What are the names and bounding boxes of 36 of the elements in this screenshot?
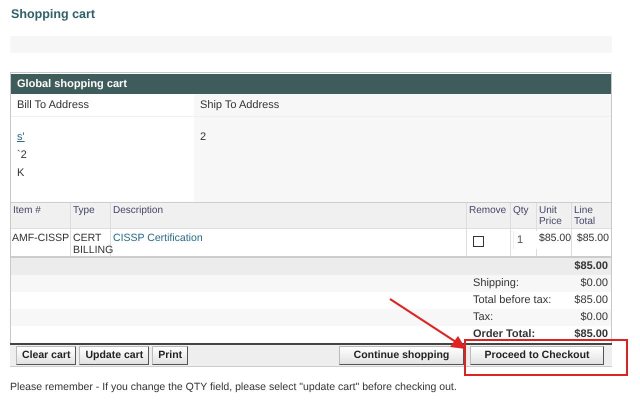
address-text: K (17, 167, 24, 179)
column-header: Qty (513, 205, 529, 216)
update-cart-button[interactable]: Update cart (79, 346, 150, 365)
continue-shopping-button[interactable]: Continue shopping (339, 346, 464, 365)
clear-cart-button[interactable]: Clear cart (16, 346, 76, 365)
address-text: 2 (200, 131, 206, 143)
column-header: Line Total (574, 205, 596, 227)
total-value: $85.00 (573, 293, 609, 308)
item-link[interactable]: CISSP Certification (113, 232, 203, 244)
total-value: $0.00 (569, 275, 611, 292)
total-label: Total before tax: (472, 293, 552, 308)
table-cell: $85.00 (539, 232, 572, 244)
column-header: Ship To Address (194, 94, 611, 117)
column-header: Item # (13, 205, 41, 216)
info-note: Please remember - If you change the QTY field, please select "update cart" before checking out. (10, 381, 457, 394)
total-label: Tax: (471, 309, 569, 326)
panel-header: Global shopping cart (11, 74, 611, 94)
table-cell: $85.00 (576, 232, 609, 244)
total-label: Order Total: (472, 327, 536, 342)
total-value: $85.00 (573, 327, 609, 342)
remove-checkbox[interactable] (473, 236, 484, 247)
column-header: Unit Price (539, 205, 562, 227)
column-header: Remove (469, 205, 506, 216)
subtotal-value: $85.00 (574, 260, 608, 272)
total-value: $0.00 (569, 309, 611, 326)
column-header: Type (73, 205, 95, 216)
page-title: Shopping cart (11, 7, 96, 21)
table-cell: AMF-CISSP (12, 232, 70, 244)
total-label: Shipping: (471, 275, 569, 292)
qty-field[interactable]: 1 (513, 231, 537, 249)
table-cell: CERT BILLING (73, 232, 114, 256)
checkout-button[interactable]: Proceed to Checkout (470, 346, 604, 365)
print-button[interactable]: Print (152, 346, 188, 365)
address-link[interactable]: s' (17, 131, 25, 143)
column-header: Description (113, 205, 164, 216)
address-text: `2 (17, 149, 27, 161)
